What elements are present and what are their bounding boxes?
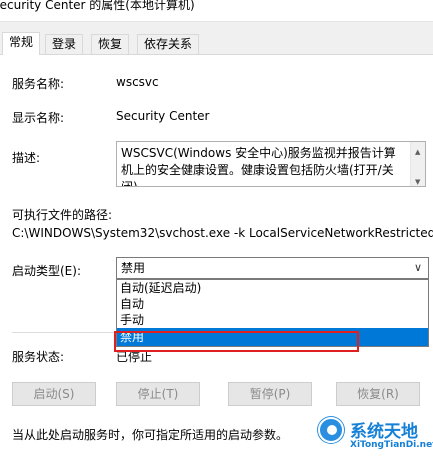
tab-strip: 常规 登录 恢复 依存关系	[0, 32, 433, 55]
watermark-logo: 系统天地 XiTongTianDi.net	[318, 413, 433, 457]
service-status-label: 服务状态:	[12, 350, 65, 364]
scroll-up-icon[interactable]: ▲	[415, 144, 420, 161]
display-name-value: Security Center	[116, 109, 210, 123]
service-name-value: wscsvc	[116, 75, 159, 89]
description-label: 描述:	[12, 151, 41, 165]
window-title: Security Center 的属性(本地计算机)	[0, 0, 195, 12]
executable-path-label: 可执行文件的路径:	[12, 208, 113, 222]
startup-type-label: 启动类型(E):	[12, 264, 81, 278]
stop-button[interactable]: 停止(T)	[116, 382, 200, 406]
resume-button[interactable]: 恢复(R)	[336, 382, 420, 406]
window-title-bar: Security Center 的属性(本地计算机)	[0, 0, 433, 22]
option-automatic-delayed[interactable]: 自动(延迟启动)	[117, 280, 428, 296]
tab-general[interactable]: 常规	[2, 32, 41, 55]
tab-logon[interactable]: 登录	[45, 34, 84, 54]
start-button[interactable]: 启动(S)	[12, 382, 96, 406]
option-automatic[interactable]: 自动	[117, 296, 428, 312]
description-scrollbar[interactable]: ▲ ▼	[410, 142, 425, 186]
startup-parameters-hint: 当从此处启动服务时，你可指定所适用的启动参数。	[12, 428, 289, 442]
description-text: WSCSVC(Windows 安全中心)服务监视并报告计算机上的安全健康设置。健…	[121, 146, 396, 187]
tab-recovery[interactable]: 恢复	[91, 34, 130, 54]
service-name-label: 服务名称:	[12, 77, 65, 91]
logo-icon	[318, 417, 344, 443]
scroll-down-icon[interactable]: ▼	[415, 174, 420, 186]
tab-dependencies[interactable]: 依存关系	[137, 34, 200, 54]
chevron-down-icon[interactable]: ∨	[414, 258, 422, 278]
startup-type-select[interactable]: 禁用 ∨	[116, 257, 429, 279]
executable-path-value: C:\WINDOWS\System32\svchost.exe -k Local…	[12, 226, 433, 240]
highlight-box	[114, 331, 359, 352]
display-name-label: 显示名称:	[12, 111, 65, 125]
startup-type-selected: 禁用	[121, 261, 146, 275]
pause-button[interactable]: 暂停(P)	[228, 382, 312, 406]
description-textbox[interactable]: WSCSVC(Windows 安全中心)服务监视并报告计算机上的安全健康设置。健…	[116, 141, 426, 187]
general-tab-panel: 服务名称: wscsvc 显示名称: Security Center 描述: W…	[0, 54, 433, 457]
watermark-brand: 系统天地	[350, 422, 418, 442]
section-divider	[12, 332, 116, 333]
option-manual[interactable]: 手动	[117, 312, 428, 328]
watermark-url: XiTongTianDi.net	[350, 440, 433, 450]
